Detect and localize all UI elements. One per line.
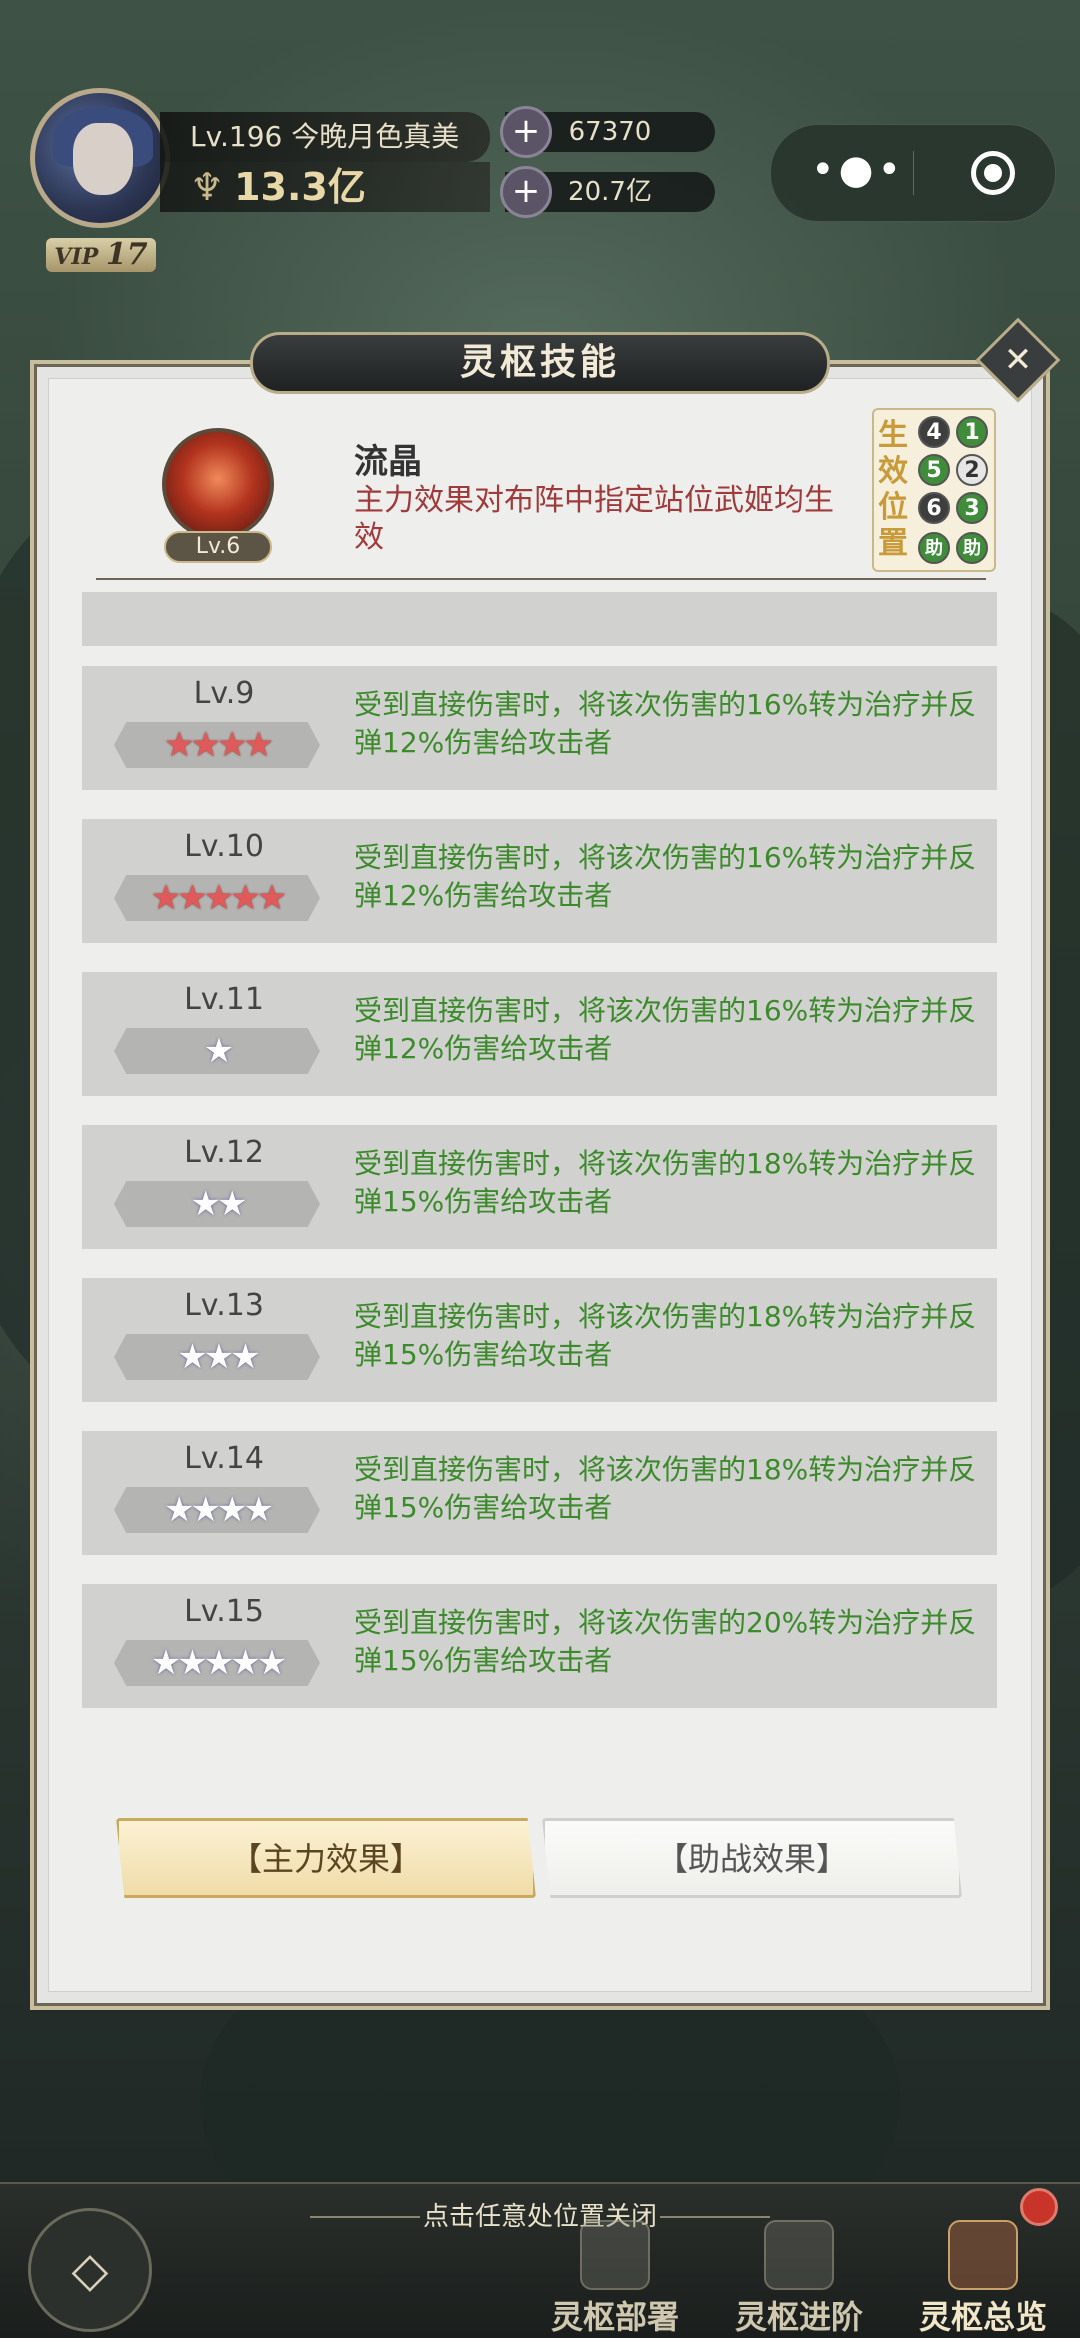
assist-position-dot: 助: [956, 532, 988, 564]
player-avatar[interactable]: [30, 88, 170, 228]
capsule-divider: [913, 151, 914, 195]
add-gems-icon[interactable]: +: [500, 106, 552, 158]
row-effect: 受到直接伤害时，将该次伤害的16%转为治疗并反弹12%伤害给攻击者: [354, 994, 977, 1065]
skill-level: Lv.6: [164, 531, 272, 563]
position-dot: 2: [956, 454, 988, 486]
row-effect: 受到直接伤害时，将该次伤害的16%转为治疗并反弹12%伤害给攻击者: [354, 688, 977, 759]
dialog-title: 灵枢技能: [250, 332, 830, 394]
add-coins-icon[interactable]: +: [500, 166, 552, 218]
level-row-partial: [82, 592, 997, 646]
level-row: Lv.14 ★★★★ 受到直接伤害时，将该次伤害的18%转为治疗并反弹15%伤害…: [82, 1431, 997, 1555]
star-rating: ★★★★: [114, 1487, 320, 1533]
player-name-level: Lv.196 今晚月色真美: [160, 112, 490, 162]
row-effect: 受到直接伤害时，将该次伤害的18%转为治疗并反弹15%伤害给攻击者: [354, 1147, 977, 1218]
skill-icon: [162, 428, 274, 540]
row-effect: 受到直接伤害时，将该次伤害的18%转为治疗并反弹15%伤害给攻击者: [354, 1453, 977, 1524]
row-level: Lv.10: [184, 829, 264, 864]
assist-position-dot: 助: [918, 532, 950, 564]
star-rating: ★★: [114, 1181, 320, 1227]
row-level: Lv.9: [193, 676, 255, 711]
row-level: Lv.11: [184, 982, 264, 1017]
position-dot: 1: [956, 416, 988, 448]
star-rating: ★★★: [114, 1334, 320, 1380]
level-row: Lv.11 ★ 受到直接伤害时，将该次伤害的16%转为治疗并反弹12%伤害给攻击…: [82, 972, 997, 1096]
position-dot: 3: [956, 492, 988, 524]
advance-icon: [764, 2220, 834, 2290]
header-divider: [96, 578, 986, 580]
nav-overview[interactable]: 灵枢总览: [898, 2210, 1068, 2336]
level-row: Lv.15 ★★★★★ 受到直接伤害时，将该次伤害的20%转为治疗并反弹15%伤…: [82, 1584, 997, 1708]
tab-main-effect[interactable]: 【主力效果】: [116, 1818, 536, 1898]
level-row: Lv.13 ★★★ 受到直接伤害时，将该次伤害的18%转为治疗并反弹15%伤害给…: [82, 1278, 997, 1402]
power-icon: ♆: [190, 165, 225, 209]
vip-badge[interactable]: VIP 17: [46, 238, 156, 272]
nav-label: 灵枢总览: [918, 2298, 1047, 2336]
positions-label: 生 效 位 置: [878, 418, 908, 561]
level-row: Lv.9 ★★★★ 受到直接伤害时，将该次伤害的16%转为治疗并反弹12%伤害给…: [82, 666, 997, 790]
player-power: ♆ 13.3亿: [160, 162, 490, 212]
star-rating: ★★★★★: [114, 1640, 320, 1686]
miniprogram-capsule: •●•: [770, 124, 1056, 222]
skill-description: 主力效果对布阵中指定站位武姬均生效: [354, 483, 834, 555]
nav-advance[interactable]: 灵枢进阶: [714, 2210, 884, 2336]
level-row: Lv.12 ★★ 受到直接伤害时，将该次伤害的18%转为治疗并反弹15%伤害给攻…: [82, 1125, 997, 1249]
effect-positions: 生 效 位 置 4 1 5 2 6 3 助 助: [872, 408, 996, 572]
star-rating: ★★★★★: [114, 875, 320, 921]
star-rating: ★: [114, 1028, 320, 1074]
level-row: Lv.10 ★★★★★ 受到直接伤害时，将该次伤害的16%转为治疗并反弹12%伤…: [82, 819, 997, 943]
nav-label: 灵枢进阶: [734, 2298, 863, 2336]
row-level: Lv.15: [184, 1594, 264, 1629]
notification-dot: [1020, 2188, 1058, 2226]
row-effect: 受到直接伤害时，将该次伤害的20%转为治疗并反弹15%伤害给攻击者: [354, 1606, 977, 1677]
close-target-icon[interactable]: [971, 151, 1015, 195]
nav-label: 灵枢部署: [550, 2298, 679, 2336]
row-level: Lv.12: [184, 1135, 264, 1170]
position-dot: 6: [918, 492, 950, 524]
close-icon: ✕: [1003, 340, 1033, 380]
back-button[interactable]: ◇: [28, 2208, 152, 2332]
row-level: Lv.13: [184, 1288, 264, 1323]
skill-name: 流晶: [354, 442, 422, 482]
nav-deploy[interactable]: 灵枢部署: [530, 2210, 700, 2336]
tab-assist-effect[interactable]: 【助战效果】: [542, 1818, 962, 1898]
more-dots-icon[interactable]: •●•: [811, 147, 905, 193]
star-rating: ★★★★: [114, 722, 320, 768]
position-dot: 5: [918, 454, 950, 486]
overview-icon: [948, 2220, 1018, 2290]
avatar-face: [73, 123, 133, 195]
position-dot: 4: [918, 416, 950, 448]
row-effect: 受到直接伤害时，将该次伤害的18%转为治疗并反弹15%伤害给攻击者: [354, 1300, 977, 1371]
back-arrow-icon: ◇: [71, 2242, 109, 2298]
row-effect: 受到直接伤害时，将该次伤害的16%转为治疗并反弹12%伤害给攻击者: [354, 841, 977, 912]
deploy-icon: [580, 2220, 650, 2290]
row-level: Lv.14: [184, 1441, 264, 1476]
